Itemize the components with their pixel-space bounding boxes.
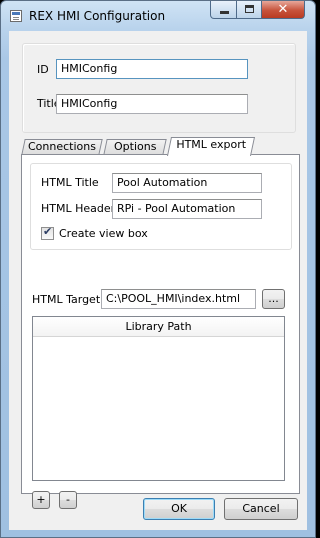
general-group: ID HMIConfig Title HMIConfig [22, 43, 296, 133]
tab-html-export-label: HTML export [176, 138, 247, 151]
tab-bar: Connections Options HTML export [21, 137, 301, 156]
id-label: ID [37, 63, 49, 76]
html-header-field[interactable]: RPi - Pool Automation [112, 199, 262, 219]
title-bar[interactable]: REX HMI Configuration ✕ [1, 1, 315, 31]
tab-html-export[interactable]: HTML export [166, 137, 256, 156]
app-icon [10, 10, 22, 22]
add-library-button[interactable]: + [32, 491, 50, 509]
library-path-header[interactable]: Library Path [33, 317, 284, 337]
html-export-pane: HTML Title Pool Automation HTML Header R… [21, 154, 300, 509]
create-view-box-label: Create view box [59, 227, 148, 240]
browse-button[interactable]: ... [262, 289, 285, 309]
html-target-field[interactable]: C:\POOL_HMI\index.html [101, 289, 256, 309]
maximize-icon [245, 5, 254, 13]
window-title: REX HMI Configuration [29, 9, 166, 23]
maximize-button[interactable] [236, 1, 262, 19]
close-icon: ✕ [277, 2, 289, 17]
library-path-table[interactable]: Library Path [32, 316, 285, 481]
html-target-label: HTML Target [32, 293, 101, 306]
html-title-label: HTML Title [41, 176, 99, 189]
ok-button[interactable]: OK [143, 498, 215, 520]
cancel-button[interactable]: Cancel [224, 498, 298, 520]
html-title-field[interactable]: Pool Automation [112, 173, 262, 193]
dialog-window: REX HMI Configuration ✕ ID HMIConfig Tit… [0, 0, 316, 538]
tab-connections-label: Connections [28, 140, 96, 153]
close-button[interactable]: ✕ [261, 1, 305, 19]
tab-options[interactable]: Options [103, 139, 167, 155]
id-field[interactable]: HMIConfig [56, 59, 248, 79]
tab-options-label: Options [113, 140, 157, 153]
html-header-label: HTML Header [41, 202, 116, 215]
remove-library-button[interactable]: - [59, 491, 77, 509]
minimize-icon [220, 11, 229, 14]
html-settings-group: HTML Title Pool Automation HTML Header R… [30, 163, 292, 250]
tab-connections[interactable]: Connections [21, 139, 103, 155]
dialog-client-area: ID HMIConfig Title HMIConfig Connections… [9, 31, 307, 530]
title-field[interactable]: HMIConfig [56, 94, 248, 114]
minimize-button[interactable] [210, 1, 237, 19]
create-view-box-checkbox[interactable] [41, 225, 54, 240]
